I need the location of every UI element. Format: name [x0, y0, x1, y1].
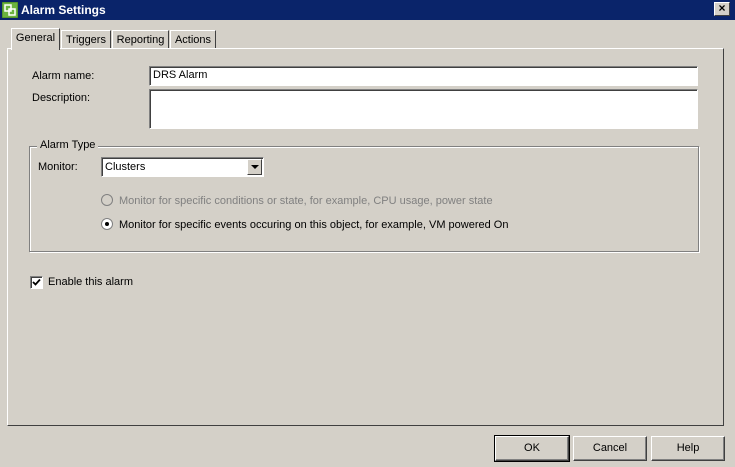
description-textarea[interactable]: [149, 89, 698, 129]
radio-monitor-events-label: Monitor for specific events occuring on …: [119, 219, 509, 231]
enable-alarm-label: Enable this alarm: [48, 276, 133, 288]
close-icon: ×: [718, 1, 726, 15]
tab-reporting[interactable]: Reporting: [112, 30, 169, 49]
tab-label: Triggers: [66, 34, 106, 46]
ok-button-label: OK: [524, 442, 540, 454]
description-label: Description:: [32, 92, 91, 104]
alarm-name-value: DRS Alarm: [153, 69, 208, 81]
cancel-button[interactable]: Cancel: [573, 436, 647, 461]
vsphere-app-icon: [1, 1, 19, 19]
radio-selected-dot: [105, 222, 109, 226]
checkmark-icon: [32, 278, 41, 286]
tab-label: General: [15, 32, 56, 44]
monitor-label: Monitor:: [38, 161, 78, 173]
tab-label: Actions: [174, 34, 212, 46]
help-button-label: Help: [676, 442, 700, 454]
monitor-select[interactable]: Clusters: [101, 157, 264, 177]
chevron-down-icon: [251, 165, 259, 169]
tab-general[interactable]: General: [11, 28, 60, 50]
ok-button[interactable]: OK: [494, 435, 570, 462]
alarm-name-input[interactable]: DRS Alarm: [149, 66, 698, 86]
alarm-type-group-title: Alarm Type: [37, 139, 99, 151]
monitor-selected-value: Clusters: [105, 161, 146, 173]
close-button[interactable]: ×: [714, 2, 730, 16]
radio-monitor-conditions-label: Monitor for specific conditions or state…: [119, 195, 493, 207]
tab-triggers[interactable]: Triggers: [61, 30, 111, 49]
monitor-dropdown-button[interactable]: [247, 159, 262, 175]
tab-actions[interactable]: Actions: [170, 30, 216, 49]
alarm-name-label: Alarm name:: [32, 70, 95, 82]
enable-alarm-checkbox[interactable]: [30, 276, 43, 289]
window-title: Alarm Settings: [21, 3, 106, 17]
help-button[interactable]: Help: [651, 436, 725, 461]
tab-label: Reporting: [116, 34, 165, 46]
radio-monitor-events[interactable]: [101, 218, 113, 230]
cancel-button-label: Cancel: [592, 442, 628, 454]
radio-monitor-conditions[interactable]: [101, 194, 113, 206]
title-bar: Alarm Settings ×: [0, 0, 735, 20]
